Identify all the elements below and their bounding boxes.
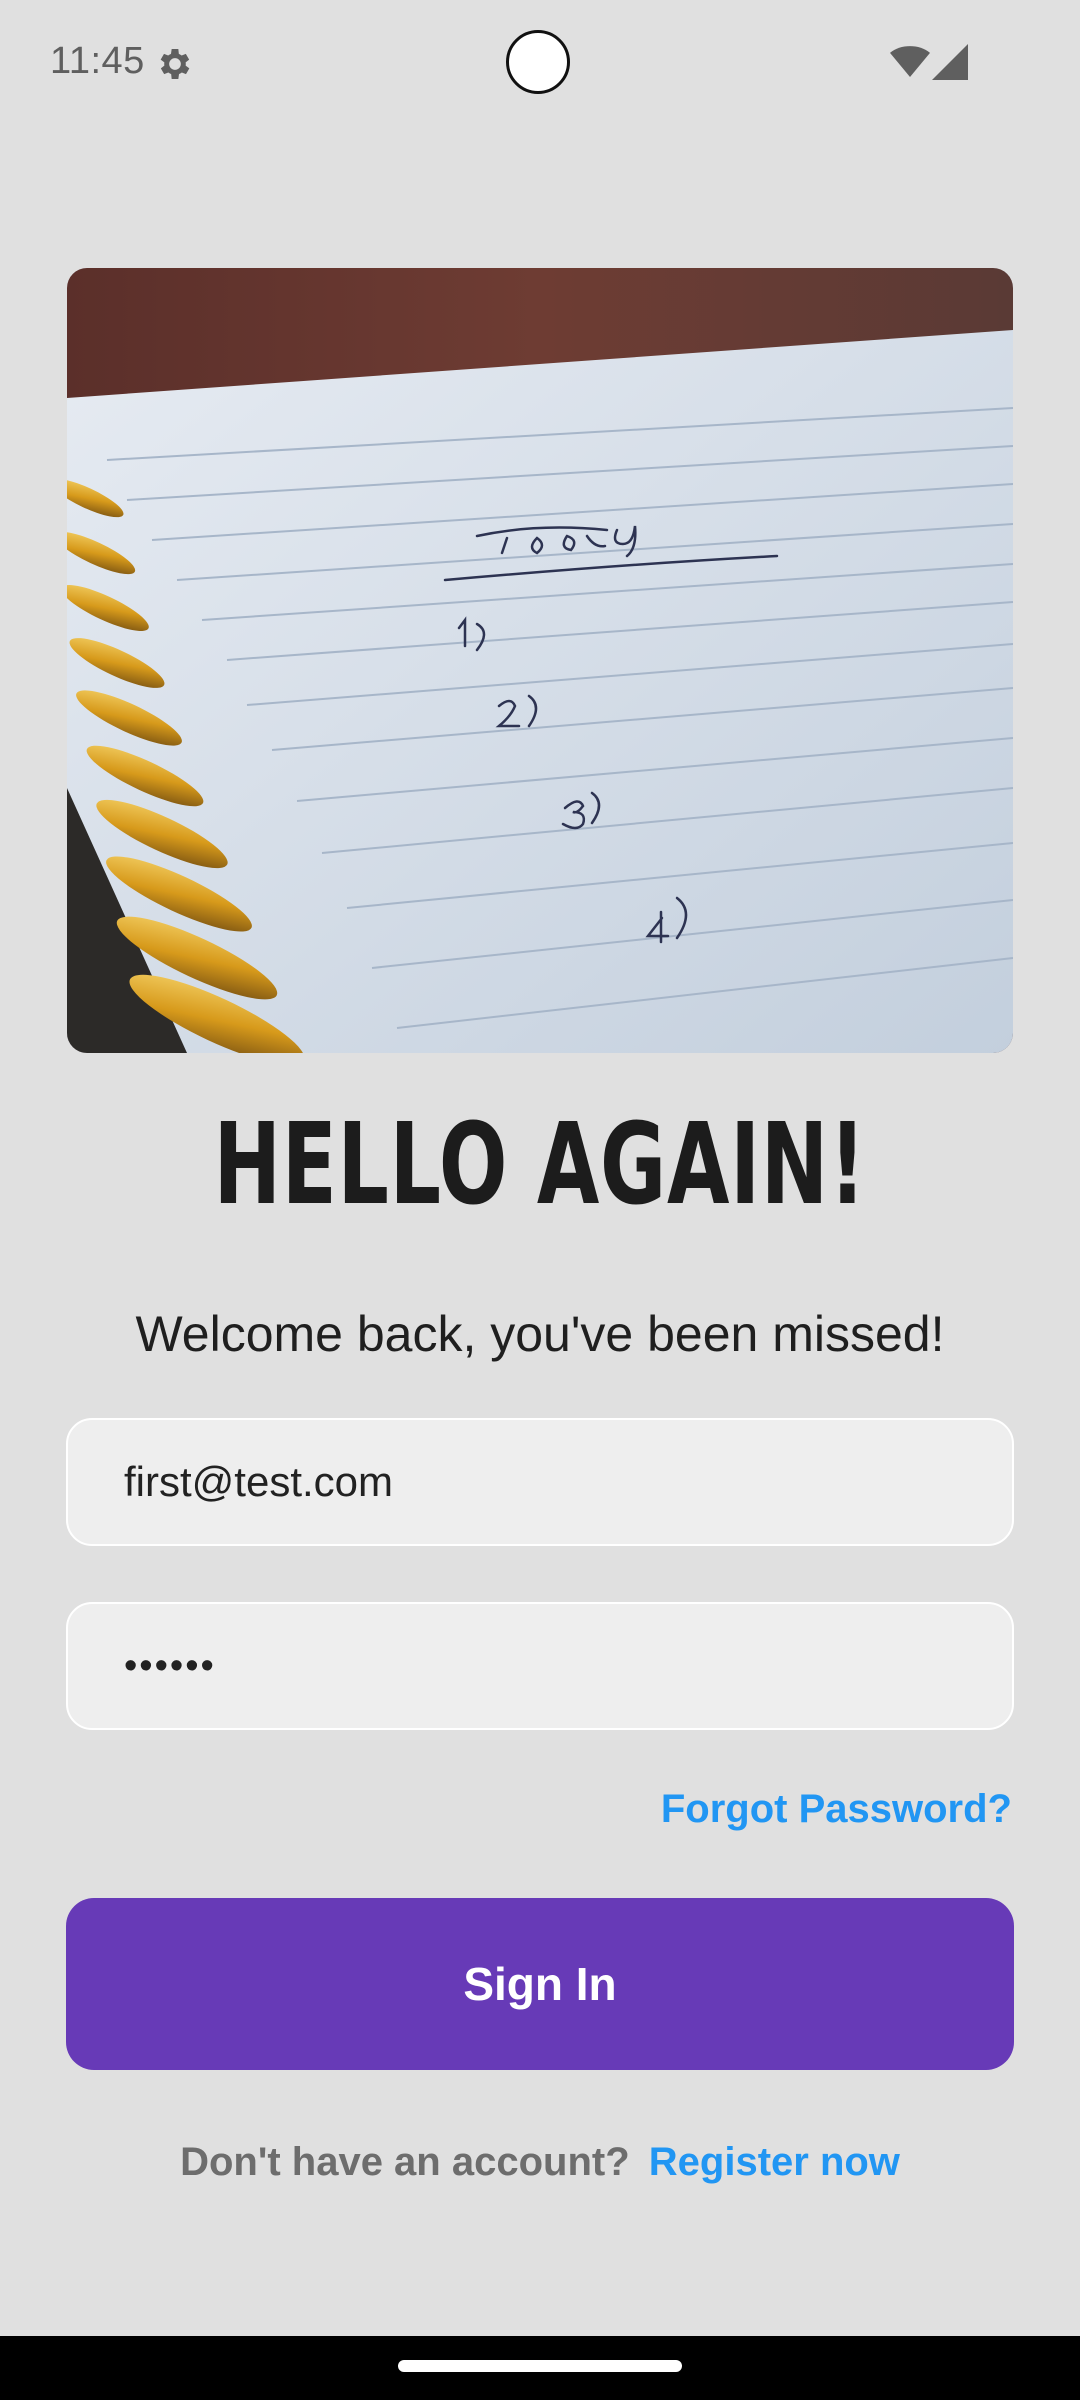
- settings-icon: [160, 49, 190, 79]
- signal-icon: [932, 44, 968, 80]
- navigation-bar: [0, 2336, 1080, 2400]
- sign-in-button[interactable]: Sign In: [66, 1898, 1014, 2070]
- forgot-password-link[interactable]: Forgot Password?: [661, 1787, 1012, 1832]
- home-indicator[interactable]: [398, 2360, 682, 2372]
- register-row: Don't have an account? Register now: [0, 2140, 1080, 2185]
- register-prompt: Don't have an account?: [180, 2140, 630, 2184]
- status-time: 11:45: [50, 40, 145, 82]
- wifi-icon: [890, 46, 930, 77]
- hero-notebook-image: [67, 268, 1013, 1053]
- password-field-container: [66, 1602, 1014, 1730]
- email-field[interactable]: [68, 1420, 1012, 1544]
- page-subtitle: Welcome back, you've been missed!: [135, 1306, 945, 1362]
- page-title: HELLO AGAIN!: [213, 1100, 867, 1230]
- notebook-illustration: [67, 268, 1013, 1053]
- camera-cutout: [506, 30, 570, 94]
- register-now-link[interactable]: Register now: [649, 2140, 900, 2184]
- email-field-container: [66, 1418, 1014, 1546]
- password-field[interactable]: [68, 1604, 1012, 1728]
- status-bar: 11:45: [0, 0, 1080, 130]
